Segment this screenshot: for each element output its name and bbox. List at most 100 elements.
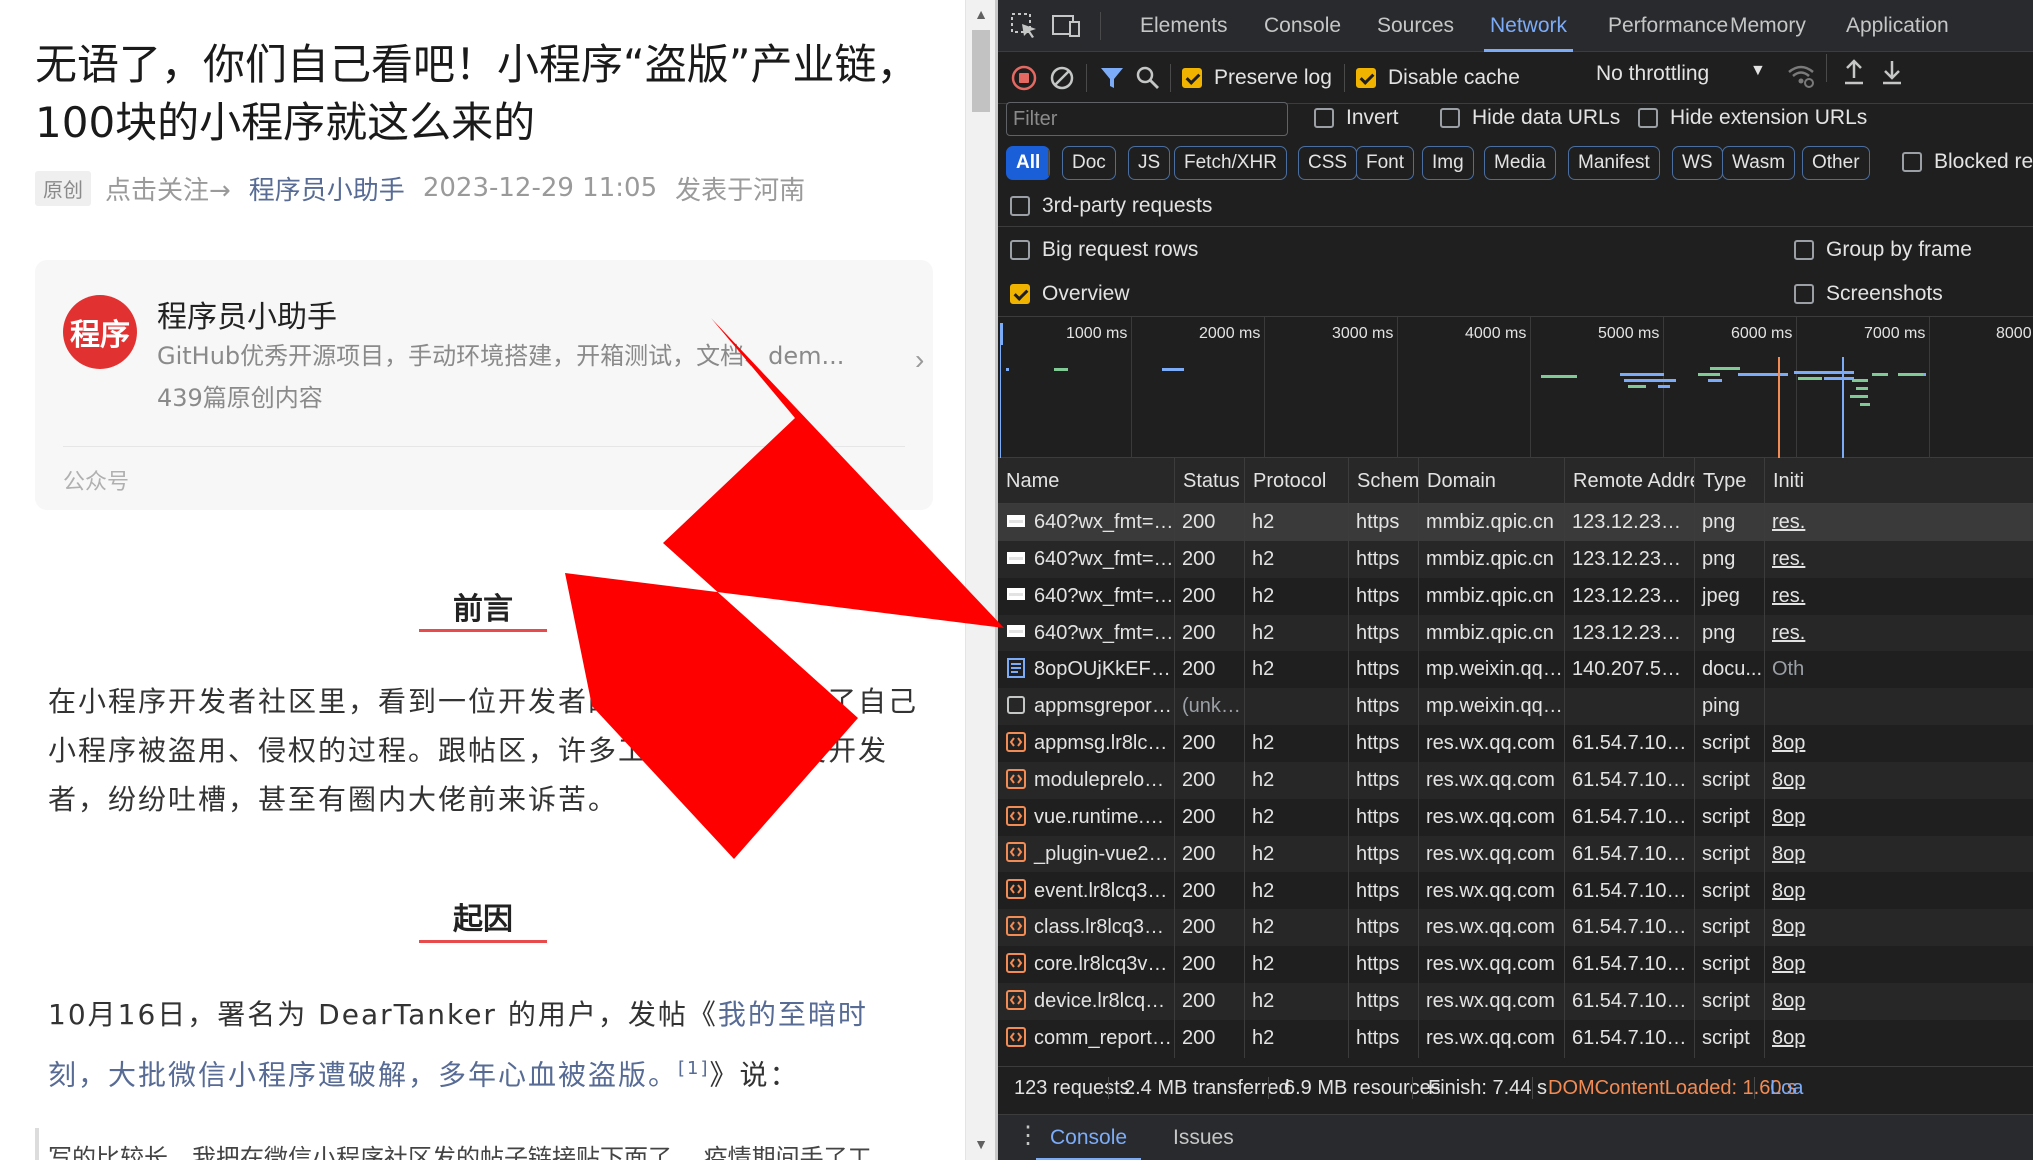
column-divider[interactable]: [1564, 504, 1565, 1058]
footnote-ref[interactable]: [1]: [678, 1058, 710, 1079]
column-divider[interactable]: [1174, 504, 1175, 1058]
filter-chip-font[interactable]: Font: [1356, 146, 1415, 180]
filter-chip-other[interactable]: Other: [1802, 146, 1870, 180]
column-header-scheme[interactable]: Scheme: [1348, 458, 1418, 504]
tab-application[interactable]: Application: [1846, 0, 1949, 52]
column-divider[interactable]: [1694, 504, 1695, 1058]
device-toolbar-icon[interactable]: [1050, 10, 1082, 42]
cell-initiator[interactable]: 8op: [1764, 909, 2033, 946]
cell-initiator[interactable]: 8op: [1764, 799, 2033, 836]
column-header-remote-address[interactable]: Remote Address: [1564, 458, 1694, 504]
filter-chip-js[interactable]: JS: [1128, 146, 1171, 180]
cell-initiator[interactable]: 8op: [1764, 946, 2033, 983]
tab-performance[interactable]: Performance: [1608, 0, 1728, 52]
download-icon[interactable]: [1878, 58, 1906, 91]
drawer-tab-console[interactable]: Console: [1035, 1115, 1142, 1160]
scrollbar-thumb[interactable]: [972, 30, 990, 112]
more-options-icon[interactable]: ⋮: [1016, 1121, 1040, 1150]
table-row[interactable]: core.lr8lcq3v633d... 200 h2 https res.wx.qq.…: [998, 946, 2033, 983]
filter-chip-fetch-xhr[interactable]: Fetch/XHR: [1174, 146, 1287, 180]
upload-icon[interactable]: [1840, 58, 1868, 91]
hide-extension-urls-checkbox[interactable]: Hide extension URLs: [1638, 106, 1867, 130]
tab-network[interactable]: Network: [1483, 0, 1574, 52]
table-row[interactable]: 640?wx_fmt=png... 200 h2 https mmbiz.qpic.cn…: [998, 504, 2033, 541]
inspect-element-icon[interactable]: [1008, 10, 1040, 42]
filter-chip-manifest[interactable]: Manifest: [1568, 146, 1660, 180]
table-row[interactable]: 640?wx_fmt=png... 200 h2 https mmbiz.qpic.cn…: [998, 614, 2033, 652]
author-link[interactable]: 程序员小助手: [249, 170, 405, 207]
cell-initiator[interactable]: res.: [1764, 615, 2033, 652]
preserve-log-checkbox[interactable]: Preserve log: [1182, 66, 1332, 90]
column-divider[interactable]: [1418, 504, 1419, 1058]
chevron-down-icon[interactable]: ▼: [1750, 62, 1766, 80]
filter-chip-img[interactable]: Img: [1422, 146, 1474, 180]
cell-initiator[interactable]: 8op: [1764, 836, 2033, 873]
tab-elements[interactable]: Elements: [1140, 0, 1228, 52]
drawer-tab-issues[interactable]: Issues: [1173, 1115, 1234, 1160]
filter-input[interactable]: [1006, 102, 1288, 136]
cell-initiator[interactable]: res.: [1764, 578, 2033, 615]
cell-initiator[interactable]: 8op: [1764, 873, 2033, 910]
follow-link[interactable]: 点击关注→: [105, 170, 231, 207]
column-header-domain[interactable]: Domain: [1418, 458, 1564, 504]
table-row[interactable]: device.lr8lcq3v11f... 200 h2 https res.wx.qq…: [998, 983, 2033, 1020]
invert-checkbox[interactable]: Invert: [1314, 106, 1399, 130]
filter-chip-doc[interactable]: Doc: [1062, 146, 1116, 180]
cell-initiator[interactable]: 8op: [1764, 1020, 2033, 1057]
disable-cache-checkbox[interactable]: Disable cache: [1356, 66, 1520, 90]
article-scrollbar[interactable]: ▲ ▼: [965, 0, 995, 1160]
column-header-type[interactable]: Type: [1694, 458, 1764, 504]
column-header-initiator[interactable]: Initi: [1764, 458, 2033, 504]
column-divider[interactable]: [1348, 504, 1349, 1058]
column-header-status[interactable]: Status: [1174, 458, 1244, 504]
table-row[interactable]: class.lr8lcq3v3286... 200 h2 https res.wx.qq…: [998, 909, 2033, 947]
column-header-protocol[interactable]: Protocol: [1244, 458, 1348, 504]
tab-sources[interactable]: Sources: [1377, 0, 1454, 52]
cell-initiator[interactable]: 8op: [1764, 725, 2033, 762]
table-row[interactable]: event.lr8lcq3v82a... 200 h2 https res.wx.qq.…: [998, 873, 2033, 910]
third-party-checkbox[interactable]: 3rd-party requests: [1010, 194, 1212, 218]
cell-domain: mmbiz.qpic.cn: [1426, 621, 1554, 644]
throttling-select[interactable]: No throttling: [1596, 62, 1709, 86]
cell-initiator[interactable]: 8op: [1764, 983, 2033, 1020]
hide-data-urls-checkbox[interactable]: Hide data URLs: [1440, 106, 1620, 130]
table-row[interactable]: _plugin-vue2_nor... 200 h2 https res.wx.qq.c…: [998, 835, 2033, 873]
network-conditions-icon[interactable]: [1786, 60, 1816, 95]
table-row[interactable]: 640?wx_fmt=png... 200 h2 https mmbiz.qpic.cn…: [998, 540, 2033, 578]
column-header-name[interactable]: Name: [998, 458, 1174, 504]
screenshots-checkbox[interactable]: Screenshots: [1794, 282, 1943, 306]
cell-initiator[interactable]: res.: [1764, 504, 2033, 541]
table-row[interactable]: comm_report.lr8l... 200 h2 https res.wx.qq.c…: [998, 1020, 2033, 1057]
record-icon[interactable]: [1008, 62, 1040, 94]
tab-console[interactable]: Console: [1264, 0, 1341, 52]
filter-chip-wasm[interactable]: Wasm: [1722, 146, 1796, 180]
big-request-rows-checkbox[interactable]: Big request rows: [1010, 238, 1198, 262]
clear-icon[interactable]: [1046, 62, 1078, 94]
search-icon[interactable]: [1132, 62, 1164, 94]
filter-icon[interactable]: [1096, 62, 1128, 94]
table-row[interactable]: appmsg.lr8lcq3v2... 200 h2 https res.wx.qq.c…: [998, 725, 2033, 762]
cell-initiator[interactable]: res.: [1764, 541, 2033, 578]
cell-initiator[interactable]: 8op: [1764, 762, 2033, 799]
cell-initiator[interactable]: Oth: [1764, 651, 2033, 688]
table-row[interactable]: modulepreload-p... 200 h2 https res.wx.qq.co…: [998, 761, 2033, 799]
column-divider[interactable]: [1764, 504, 1765, 1058]
cell-initiator[interactable]: [1764, 688, 2033, 725]
overview-checkbox[interactable]: Overview: [1010, 282, 1130, 306]
table-row[interactable]: 640?wx_fmt=jpeg... 200 h2 https mmbiz.qpic.c…: [998, 578, 2033, 615]
table-row[interactable]: appmsgreport?ac... (unkn... https mp.weixin…: [998, 688, 2033, 725]
filter-chip-css[interactable]: CSS: [1298, 146, 1358, 180]
filter-chip-media[interactable]: Media: [1484, 146, 1556, 180]
table-row[interactable]: 8opOUjKkEF5aV1... 200 h2 https mp.weixin.qq.…: [998, 651, 2033, 688]
scroll-up-icon[interactable]: ▲: [966, 6, 996, 22]
group-by-frame-checkbox[interactable]: Group by frame: [1794, 238, 1972, 262]
tab-memory[interactable]: Memory: [1730, 0, 1806, 52]
timeline-overview[interactable]: 1000 ms 2000 ms 3000 ms 4000 ms 5000 ms …: [998, 316, 2033, 459]
account-card[interactable]: 程序 程序员小助手 GitHub优秀开源项目，手动环境搭建，开箱测试，文档、de…: [35, 260, 933, 510]
table-row[interactable]: vue.runtime.esm.l... 200 h2 https res.wx.qq.…: [998, 799, 2033, 836]
scroll-down-icon[interactable]: ▼: [966, 1136, 996, 1152]
column-divider[interactable]: [1244, 504, 1245, 1058]
filter-chip-ws[interactable]: WS: [1672, 146, 1723, 180]
blocked-responses-checkbox[interactable]: Blocked res: [1902, 150, 2033, 174]
filter-chip-all[interactable]: All: [1006, 146, 1051, 180]
